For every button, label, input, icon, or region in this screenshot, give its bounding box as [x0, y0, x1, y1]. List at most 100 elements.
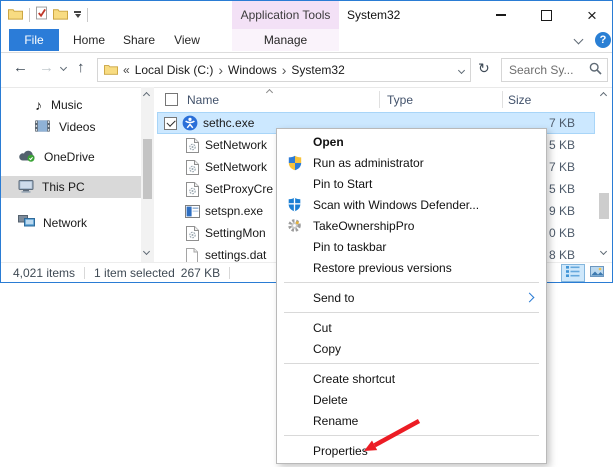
menu-item-delete[interactable]: Delete [277, 389, 546, 410]
sidebar-item-music[interactable]: ♪ Music [1, 94, 82, 116]
menu-item-label: Scan with Windows Defender... [313, 198, 479, 212]
menu-item-label: Run as administrator [313, 156, 424, 170]
breadcrumb-item-system32[interactable]: System32 [291, 63, 344, 77]
accessibility-app-icon [182, 115, 198, 131]
search-box[interactable] [501, 58, 608, 82]
properties-check-icon[interactable] [36, 6, 47, 23]
column-header-type[interactable]: Type [387, 93, 413, 107]
menu-item-restore-previous-versions[interactable]: Restore previous versions [277, 257, 546, 278]
minimize-icon [496, 14, 506, 16]
tab-manage[interactable]: Manage [232, 29, 339, 51]
file-size: 9 KB [549, 204, 575, 218]
folder-icon [104, 63, 118, 78]
menu-item-label: Send to [313, 291, 354, 305]
defender-shield-icon [286, 196, 303, 213]
crumb-separator-icon: › [218, 63, 223, 77]
uac-shield-icon [286, 154, 303, 171]
file-list-scrollbar[interactable] [596, 87, 612, 263]
file-name: SetNetwork [205, 138, 267, 152]
ribbon-tab-bar: Manage File Home Share View ? [1, 29, 612, 53]
tab-file[interactable]: File [9, 29, 59, 51]
toolbar-separator [29, 8, 30, 22]
column-divider[interactable] [379, 91, 380, 108]
column-header-name[interactable]: Name [187, 93, 219, 107]
menu-item-pin-to-taskbar[interactable]: Pin to taskbar [277, 236, 546, 257]
menu-item-scan-with-defender[interactable]: Scan with Windows Defender... [277, 194, 546, 215]
forward-arrow-icon[interactable]: → [39, 60, 54, 75]
ribbon-collapse-chevron-icon[interactable] [574, 35, 584, 45]
back-arrow-icon[interactable]: ← [13, 60, 28, 75]
script-file-icon [184, 181, 200, 197]
breadcrumb-item-windows[interactable]: Windows [228, 63, 277, 77]
selected-size: 267 KB [181, 266, 220, 280]
menu-item-open[interactable]: Open [277, 131, 546, 152]
selected-count: 1 item selected [94, 266, 175, 280]
details-view-button[interactable] [561, 264, 585, 282]
details-view-icon [566, 266, 580, 280]
menu-item-properties[interactable]: Properties [277, 440, 546, 461]
menu-item-copy[interactable]: Copy [277, 338, 546, 359]
tab-view[interactable]: View [165, 29, 209, 51]
script-file-icon [184, 137, 200, 153]
scrollbar-thumb[interactable] [143, 139, 152, 199]
breadcrumb[interactable]: « Local Disk (C:) › Windows › System32 [97, 58, 471, 82]
tab-home[interactable]: Home [65, 29, 113, 51]
menu-item-rename[interactable]: Rename [277, 410, 546, 431]
breadcrumb-item-drive[interactable]: Local Disk (C:) [135, 63, 214, 77]
items-count: 4,021 items [13, 266, 75, 280]
sidebar-item-label: Music [51, 98, 82, 112]
scroll-down-icon[interactable] [600, 248, 607, 255]
scroll-up-icon[interactable] [600, 92, 607, 99]
file-name: settings.dat [205, 248, 266, 262]
script-file-icon [184, 159, 200, 175]
file-name: sethc.exe [203, 116, 254, 130]
address-dropdown-chevron-icon[interactable] [458, 66, 465, 73]
menu-item-cut[interactable]: Cut [277, 317, 546, 338]
scrollbar-thumb[interactable] [599, 193, 609, 219]
folder-icon[interactable] [53, 7, 68, 23]
file-size: 5 KB [549, 182, 575, 196]
sidebar-item-label: This PC [42, 180, 85, 194]
scroll-up-icon[interactable] [143, 92, 150, 99]
menu-item-pin-to-start[interactable]: Pin to Start [277, 173, 546, 194]
sidebar-item-onedrive[interactable]: OneDrive [1, 146, 95, 168]
sidebar-item-network[interactable]: Network [1, 212, 87, 234]
search-icon[interactable] [589, 62, 602, 78]
sidebar-item-this-pc[interactable]: This PC [1, 176, 141, 198]
menu-item-create-shortcut[interactable]: Create shortcut [277, 368, 546, 389]
network-icon [18, 215, 35, 231]
menu-item-send-to[interactable]: Send to [277, 287, 546, 308]
search-input[interactable] [507, 62, 589, 78]
menu-item-run-as-administrator[interactable]: Run as administrator [277, 152, 546, 173]
file-name: setspn.exe [205, 204, 263, 218]
refresh-icon[interactable]: ↻ [478, 61, 490, 75]
sidebar-item-videos[interactable]: Videos [1, 116, 95, 138]
this-pc-monitor-icon [18, 179, 34, 196]
script-file-icon [184, 225, 200, 241]
sidebar-item-label: OneDrive [44, 150, 95, 164]
row-checkbox[interactable] [164, 117, 177, 130]
column-header-size[interactable]: Size [508, 93, 531, 107]
select-all-checkbox[interactable] [165, 93, 178, 106]
help-icon[interactable]: ? [595, 32, 611, 48]
minimize-button[interactable] [481, 1, 521, 29]
qat-customize-dropdown-icon[interactable] [74, 11, 81, 18]
tab-share[interactable]: Share [115, 29, 163, 51]
scroll-down-icon[interactable] [143, 248, 150, 255]
application-tools-tab[interactable]: Application Tools [232, 1, 339, 29]
breadcrumb-overflow-icon[interactable]: « [123, 64, 130, 76]
thumbnails-view-button[interactable] [585, 264, 609, 282]
crumb-separator-icon: › [282, 63, 287, 77]
folder-icon[interactable] [8, 7, 23, 23]
up-arrow-icon[interactable]: ↑ [77, 60, 85, 75]
close-button[interactable]: × [572, 1, 612, 29]
context-menu: Open Run as administrator Pin to Start S… [276, 128, 547, 464]
maximize-button[interactable] [526, 1, 566, 29]
file-size: 7 KB [549, 116, 575, 130]
file-size: 5 KB [549, 138, 575, 152]
sidebar-scrollbar[interactable] [141, 87, 154, 263]
menu-item-takeownershippro[interactable]: TakeOwnershipPro [277, 215, 546, 236]
console-app-icon [184, 203, 200, 219]
column-divider[interactable] [502, 91, 503, 108]
recent-locations-chevron-icon[interactable] [60, 64, 67, 71]
